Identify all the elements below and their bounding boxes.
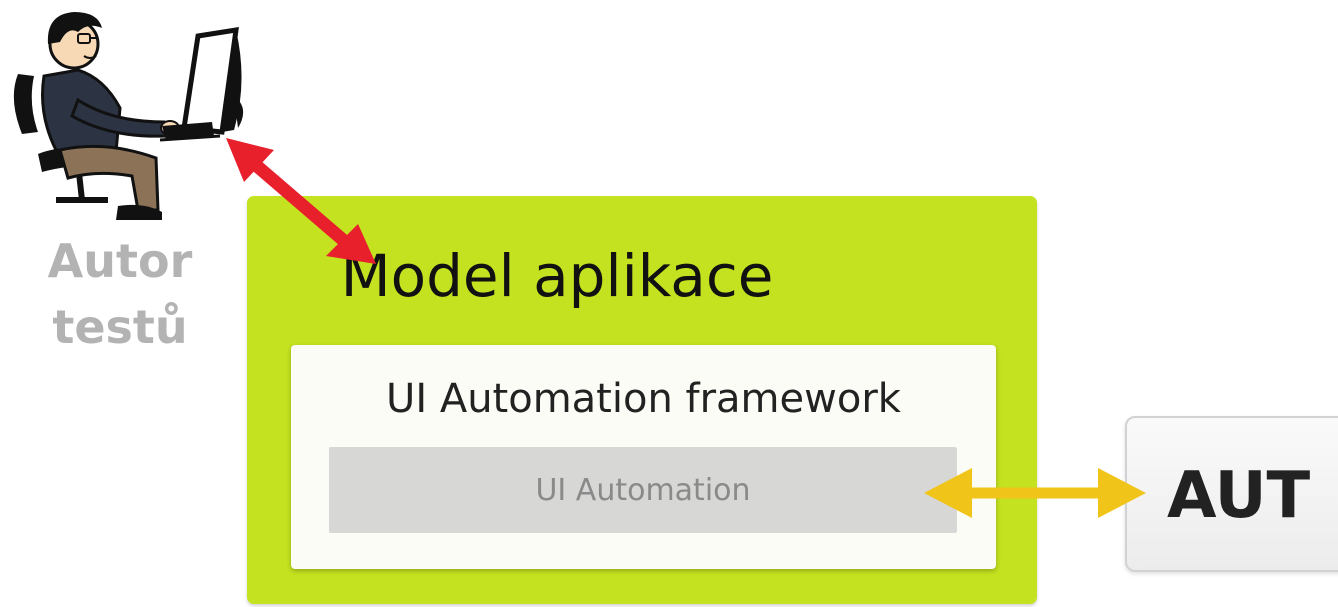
author-label-line2: testů [52,300,188,354]
ui-automation-box: UI Automation [329,447,957,533]
ui-automation-framework-title: UI Automation framework [386,376,901,422]
ui-automation-framework-box: UI Automation framework UI Automation [291,345,996,569]
ui-automation-label: UI Automation [535,473,751,508]
aut-label: AUT [1167,459,1311,533]
author-label: Autor testů [40,228,200,360]
model-aplikace-box: Model aplikace UI Automation framework U… [247,196,1037,604]
person-at-computer-icon [13,12,244,220]
aut-box: AUT [1125,416,1338,572]
model-aplikace-title: Model aplikace [340,242,774,310]
author-label-line1: Autor [47,234,193,288]
